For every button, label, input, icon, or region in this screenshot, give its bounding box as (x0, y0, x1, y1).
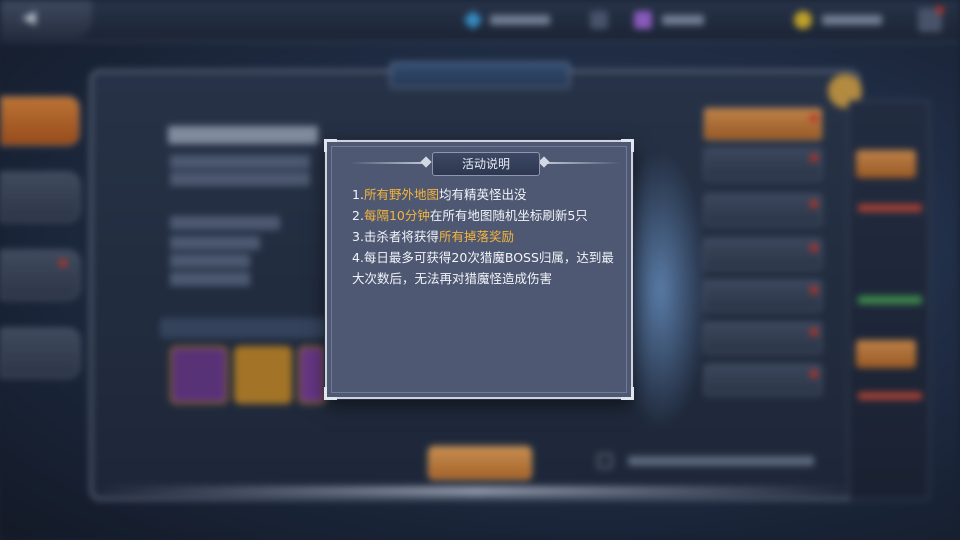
dialog-title: 活动说明 (461, 157, 510, 171)
dialog-inner-border: 活动说明 1.所有野外地图均有精英怪出没 2.每隔10分钟在所有地图随机坐标刷新… (331, 146, 627, 393)
header-ornament-right (540, 162, 620, 164)
rule-line-2: 2.每隔10分钟在所有地图随机坐标刷新5只 (352, 208, 588, 223)
dialog-header: 活动说明 (432, 152, 540, 176)
frame-corner (621, 139, 634, 152)
frame-corner (324, 387, 337, 400)
frame-corner (621, 387, 634, 400)
frame-corner (324, 139, 337, 152)
header-ornament-left (350, 162, 430, 164)
rule-line-1: 1.所有野外地图均有精英怪出没 (352, 187, 527, 202)
dialog-body: 1.所有野外地图均有精英怪出没 2.每隔10分钟在所有地图随机坐标刷新5只 3.… (352, 184, 618, 289)
event-description-dialog: 活动说明 1.所有野外地图均有精英怪出没 2.每隔10分钟在所有地图随机坐标刷新… (324, 139, 634, 400)
rule-line-3: 3.击杀者将获得所有掉落奖励 (352, 229, 514, 244)
ornament-diamond-icon (420, 156, 432, 168)
rule-line-4: 4.每日最多可获得20次猎魔BOSS归属，达到最大次数后，无法再对猎魔怪造成伤害 (352, 250, 614, 286)
ornament-diamond-icon (538, 156, 550, 168)
